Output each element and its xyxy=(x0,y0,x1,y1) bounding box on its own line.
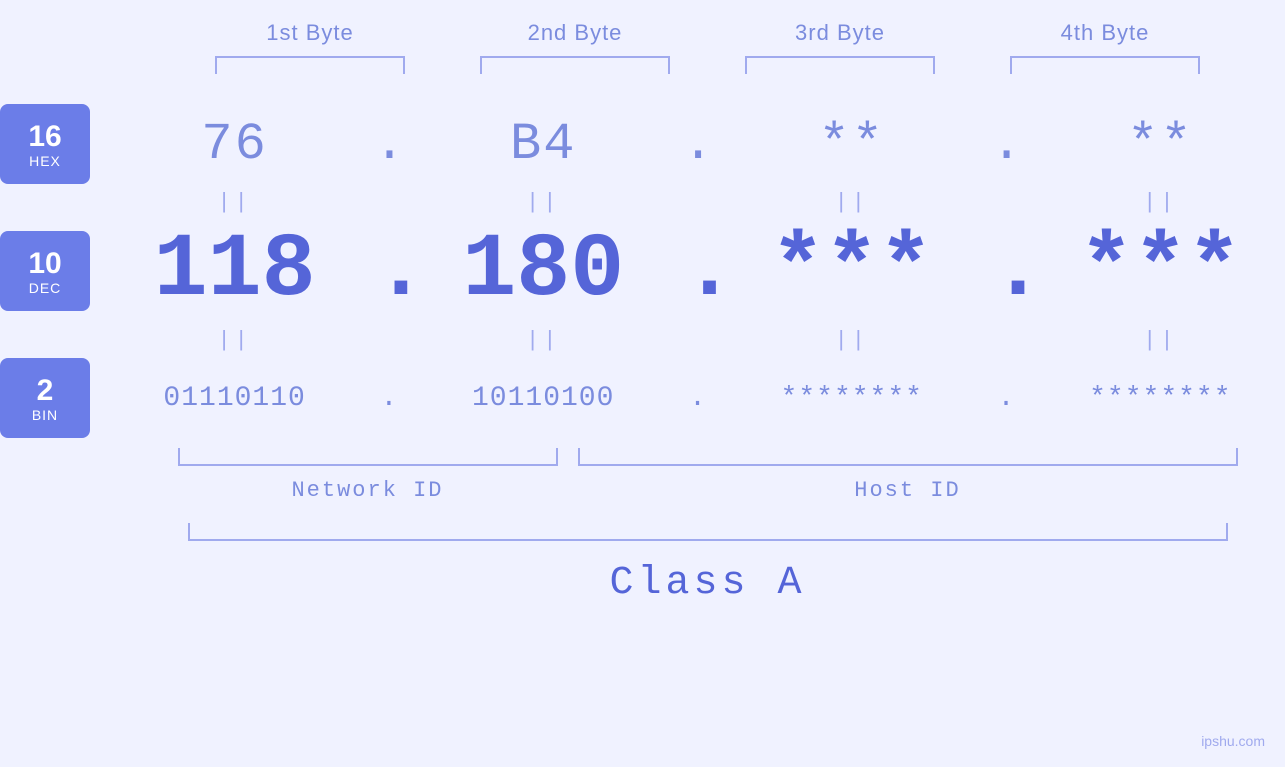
eq-2-3: || xyxy=(742,328,962,353)
hex-label: HEX xyxy=(29,153,61,169)
bin-dot-1: . xyxy=(374,383,404,414)
dec-cell-1: 118 xyxy=(125,226,345,316)
bracket-byte-4 xyxy=(1010,56,1200,74)
hex-cell-2: B4 xyxy=(433,115,653,174)
hex-number: 16 xyxy=(28,120,61,153)
eq-1-3: || xyxy=(742,190,962,215)
byte-header-4: 4th Byte xyxy=(995,20,1215,46)
network-id-label: Network ID xyxy=(178,478,558,503)
bottom-section: Network ID Host ID Class A xyxy=(178,448,1238,616)
dec-row: 10 DEC 118 . 180 . *** . *** xyxy=(0,220,1285,322)
dec-dot-3: . xyxy=(991,220,1021,322)
eq-1-2: || xyxy=(433,190,653,215)
hex-cell-3: ** xyxy=(742,115,962,174)
hex-value-4: ** xyxy=(1127,115,1193,174)
dec-value-2: 180 xyxy=(462,220,624,322)
byte-headers-row: 1st Byte 2nd Byte 3rd Byte 4th Byte xyxy=(178,20,1238,46)
top-bracket-row xyxy=(178,56,1238,74)
bin-cell-2: 10110100 xyxy=(433,383,653,414)
dec-cells: 118 . 180 . *** . *** xyxy=(110,220,1285,322)
bin-cells: 01110110 . 10110100 . ******** . *******… xyxy=(110,383,1285,414)
bin-dot-2: . xyxy=(682,383,712,414)
eq-2-1: || xyxy=(125,328,345,353)
class-bracket xyxy=(188,523,1228,541)
dec-badge-spacer: 10 DEC xyxy=(0,231,110,311)
id-labels: Network ID Host ID xyxy=(178,478,1238,503)
dec-badge: 10 DEC xyxy=(0,231,90,311)
bin-row: 2 BIN 01110110 . 10110100 . ******** . *… xyxy=(0,358,1285,438)
dec-value-1: 118 xyxy=(154,220,316,322)
hex-badge: 16 HEX xyxy=(0,104,90,184)
eq-2-4: || xyxy=(1050,328,1270,353)
dec-cell-4: *** xyxy=(1050,226,1270,316)
byte-header-1: 1st Byte xyxy=(200,20,420,46)
hex-dot-3: . xyxy=(991,115,1021,174)
bin-label: BIN xyxy=(32,407,58,423)
network-bracket xyxy=(178,448,558,466)
hex-badge-spacer: 16 HEX xyxy=(0,104,110,184)
dec-cell-2: 180 xyxy=(433,226,653,316)
eq-1-4: || xyxy=(1050,190,1270,215)
byte-header-2: 2nd Byte xyxy=(465,20,685,46)
bin-value-1: 01110110 xyxy=(163,383,305,414)
bin-value-2: 10110100 xyxy=(472,383,614,414)
dec-number: 10 xyxy=(28,247,61,280)
host-bracket xyxy=(578,448,1238,466)
host-id-label: Host ID xyxy=(578,478,1238,503)
bin-number: 2 xyxy=(37,374,54,407)
hex-value-1: 76 xyxy=(201,115,267,174)
bracket-byte-1 xyxy=(215,56,405,74)
eq-1-1: || xyxy=(125,190,345,215)
hex-row: 16 HEX 76 . B4 . ** . ** xyxy=(0,104,1285,184)
equals-cells-2: || || || || xyxy=(110,328,1285,353)
bin-value-4: ******** xyxy=(1089,383,1231,414)
hex-value-3: ** xyxy=(819,115,885,174)
hex-dot-1: . xyxy=(374,115,404,174)
equals-cells-1: || || || || xyxy=(110,190,1285,215)
bin-cell-1: 01110110 xyxy=(125,383,345,414)
eq-2-2: || xyxy=(433,328,653,353)
bin-badge: 2 BIN xyxy=(0,358,90,438)
hex-dot-2: . xyxy=(682,115,712,174)
bin-value-3: ******** xyxy=(781,383,923,414)
dec-label: DEC xyxy=(29,280,62,296)
equals-row-2: || || || || xyxy=(0,322,1285,358)
bin-cell-3: ******** xyxy=(742,383,962,414)
hex-value-2: B4 xyxy=(510,115,576,174)
bin-dot-3: . xyxy=(991,383,1021,414)
main-container: 1st Byte 2nd Byte 3rd Byte 4th Byte 16 H… xyxy=(0,0,1285,767)
dec-value-3: *** xyxy=(771,220,933,322)
hex-cells: 76 . B4 . ** . ** xyxy=(110,115,1285,174)
dec-dot-2: . xyxy=(682,220,712,322)
class-label: Class A xyxy=(178,561,1238,606)
byte-header-3: 3rd Byte xyxy=(730,20,950,46)
bottom-brackets xyxy=(178,448,1238,468)
dec-cell-3: *** xyxy=(742,226,962,316)
hex-cell-1: 76 xyxy=(125,115,345,174)
dec-value-4: *** xyxy=(1079,220,1241,322)
equals-row-1: || || || || xyxy=(0,184,1285,220)
hex-cell-4: ** xyxy=(1050,115,1270,174)
bracket-byte-3 xyxy=(745,56,935,74)
bracket-byte-2 xyxy=(480,56,670,74)
bin-cell-4: ******** xyxy=(1050,383,1270,414)
dec-dot-1: . xyxy=(374,220,404,322)
bin-badge-spacer: 2 BIN xyxy=(0,358,110,438)
watermark: ipshu.com xyxy=(1201,733,1265,749)
